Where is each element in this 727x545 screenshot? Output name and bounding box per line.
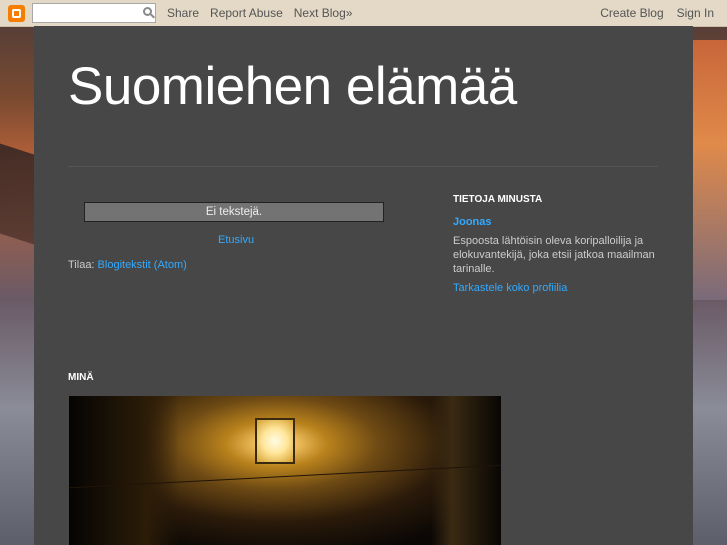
background-sunset-glow (687, 40, 727, 300)
mina-heading: MINÄ (68, 372, 94, 383)
subscribe-line: Tilaa: Blogitekstit (Atom) (68, 259, 187, 271)
search-input[interactable] (33, 5, 139, 21)
profile-description: Espoosta lähtöisin oleva koripalloilija … (453, 235, 655, 275)
search-icon[interactable] (143, 7, 152, 16)
content-outer: Suomiehen elämää Ei tekstejä. Etusivu Ti… (34, 26, 693, 545)
blog-title[interactable]: Suomiehen elämää (68, 56, 517, 117)
mina-photo (69, 396, 501, 545)
subscribe-atom-link[interactable]: Blogitekstit (Atom) (98, 259, 187, 271)
navbar-right: Create Blog Sign In (600, 6, 727, 20)
blogger-logo-icon[interactable] (8, 4, 25, 22)
next-blog-link[interactable]: Next Blog» (294, 6, 353, 20)
profile-name-link[interactable]: Joonas (453, 216, 492, 228)
subscribe-label: Tilaa: (68, 259, 98, 271)
view-full-profile-link[interactable]: Tarkastele koko profiilia (453, 282, 567, 294)
search-box (32, 3, 156, 23)
blogger-navbar: Share Report Abuse Next Blog» Create Blo… (0, 0, 727, 27)
report-abuse-link[interactable]: Report Abuse (210, 6, 283, 20)
header-divider (68, 166, 658, 167)
create-blog-link[interactable]: Create Blog (600, 6, 663, 20)
street-lamp (255, 418, 295, 464)
home-link[interactable]: Etusivu (218, 234, 254, 246)
photo-wall-right (431, 396, 501, 545)
sign-in-link[interactable]: Sign In (677, 6, 714, 20)
no-posts-message: Ei tekstejä. (84, 202, 384, 222)
about-me-heading: TIETOJA MINUSTA (453, 194, 543, 205)
share-link[interactable]: Share (167, 6, 199, 20)
photo-wall-left (69, 396, 179, 545)
